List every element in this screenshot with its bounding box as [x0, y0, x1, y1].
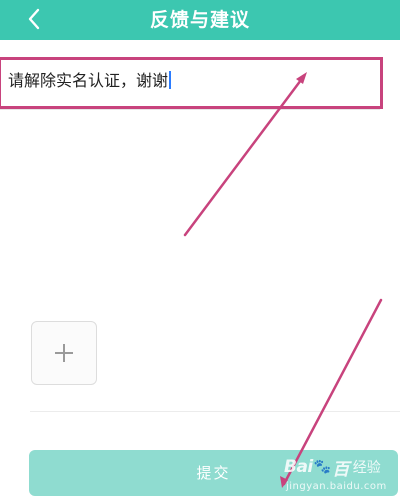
baidu-jingyan-watermark: Bai 🐾 百 经验 jingyan.baidu.com [284, 455, 394, 497]
paw-icon: 🐾 [313, 459, 332, 475]
page-title: 反馈与建议 [149, 9, 250, 31]
watermark-url: jingyan.baidu.com [286, 481, 387, 492]
app-header: 反馈与建议 [0, 0, 400, 40]
annotation-highlight-box [0, 57, 383, 109]
watermark-brand-suffix: 百 [332, 459, 349, 480]
add-image-button[interactable] [31, 321, 97, 385]
watermark-label: 经验 [352, 460, 381, 476]
section-divider [30, 411, 400, 412]
watermark-brand: Bai [284, 457, 313, 477]
plus-icon [55, 344, 73, 362]
